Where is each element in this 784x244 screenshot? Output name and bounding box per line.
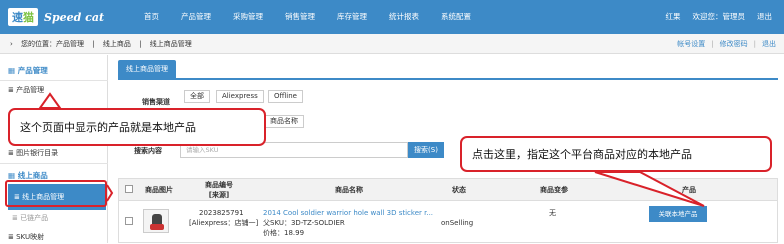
arrow-right-pointer [594, 171, 705, 207]
arrow-left-pointer [38, 92, 62, 109]
arrow-sidebar-pointer [106, 184, 114, 202]
annotation-arrows [38, 92, 705, 207]
